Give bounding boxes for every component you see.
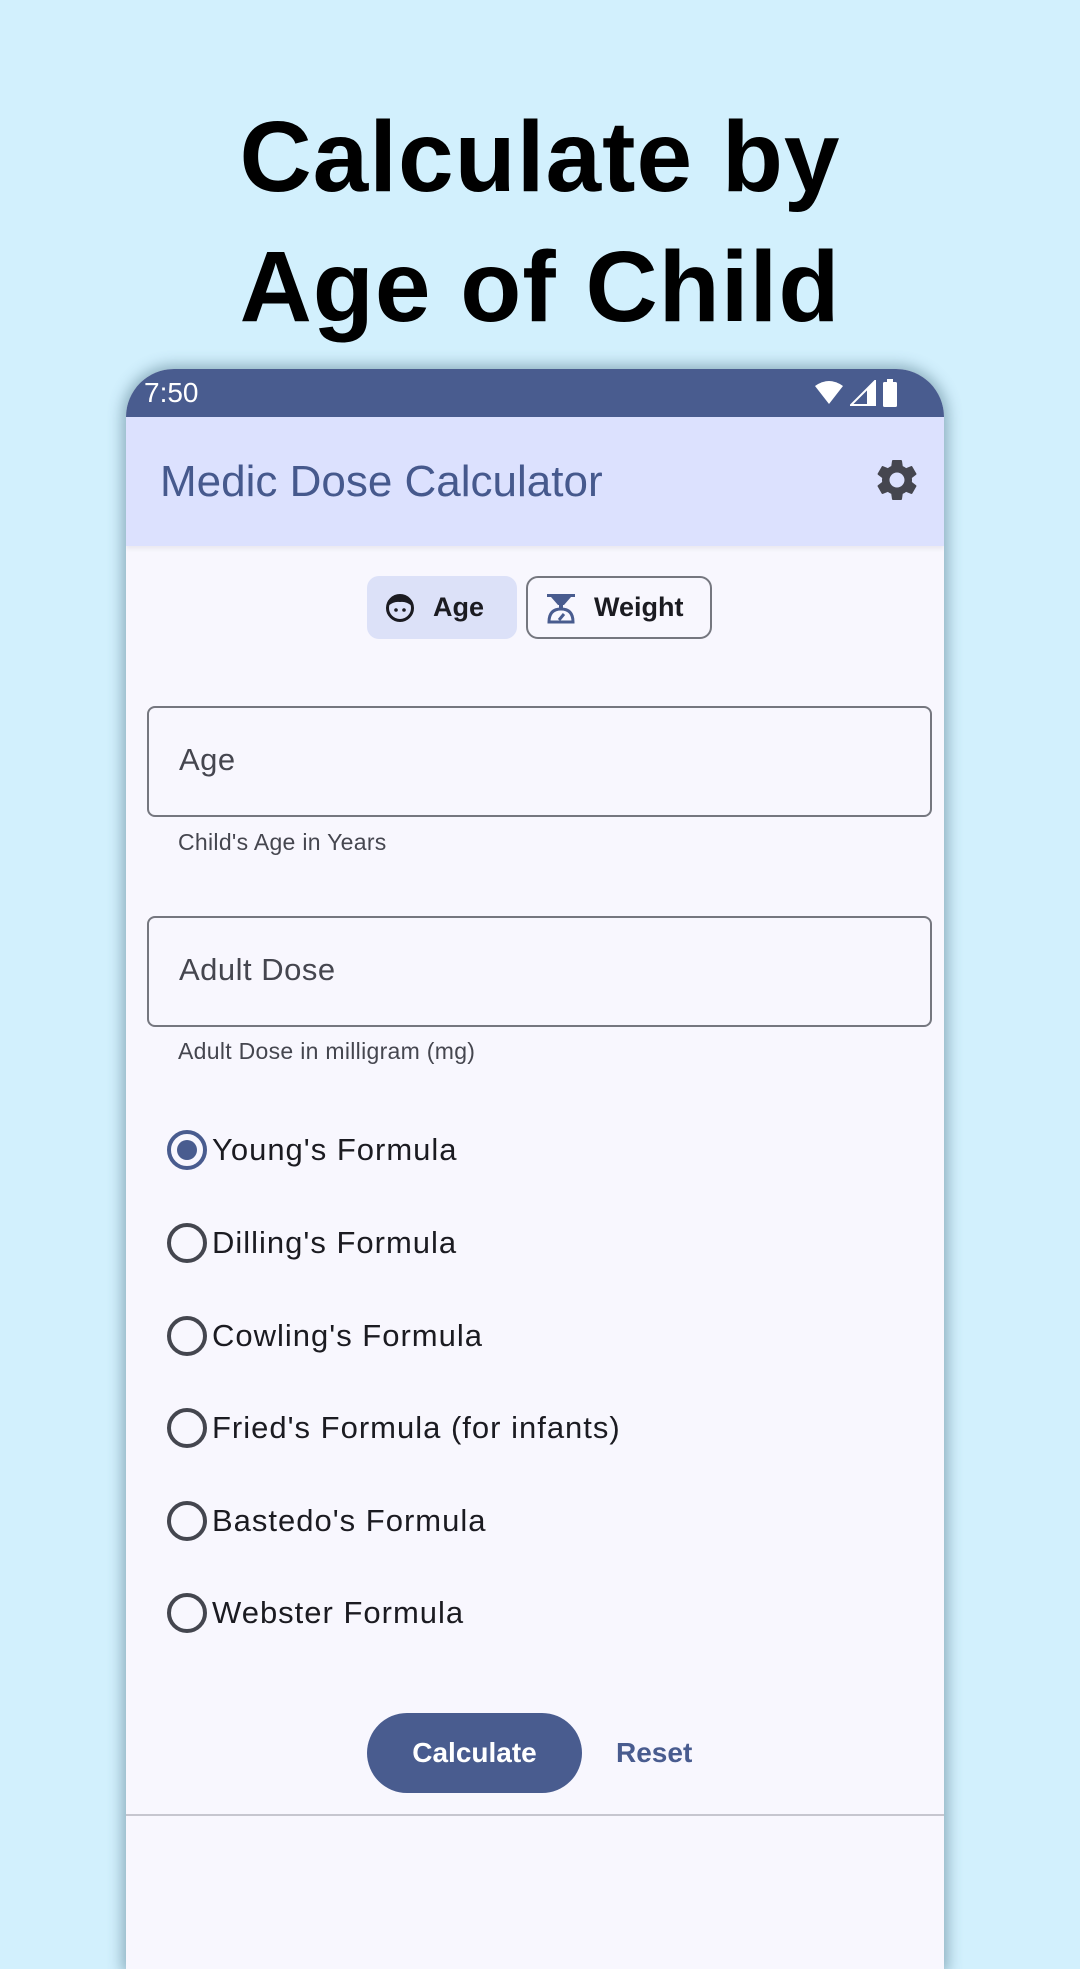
child-face-icon: [386, 593, 414, 622]
radio-button[interactable]: [167, 1501, 207, 1541]
mode-toggle-age-label: Age: [433, 592, 485, 622]
adult-dose-input[interactable]: Adult Dose: [147, 916, 932, 1027]
radio-button[interactable]: [167, 1408, 207, 1448]
scale-icon: [547, 593, 575, 623]
adult-dose-helper-text: Adult Dose in milligram (mg): [178, 1038, 476, 1064]
formula-label: Young's Formula: [212, 1132, 458, 1167]
formula-option-frieds[interactable]: Fried's Formula (for infants): [167, 1398, 621, 1458]
status-icons: [814, 379, 898, 407]
age-helper-text: Child's Age in Years: [178, 829, 387, 855]
formula-label: Webster Formula: [212, 1595, 465, 1630]
formula-label: Fried's Formula (for infants): [212, 1410, 621, 1445]
battery-icon: [883, 379, 897, 407]
formula-option-youngs[interactable]: Young's Formula: [167, 1120, 458, 1180]
age-input[interactable]: Age: [147, 706, 932, 817]
status-time: 7:50: [144, 377, 199, 408]
mode-toggle-age[interactable]: Age: [367, 576, 517, 639]
adult-dose-input-label: Adult Dose: [179, 952, 336, 987]
settings-button[interactable]: [872, 455, 922, 505]
formula-option-bastedos[interactable]: Bastedo's Formula: [167, 1491, 486, 1551]
radio-button[interactable]: [167, 1316, 207, 1356]
radio-button[interactable]: [167, 1223, 207, 1263]
formula-option-dillings[interactable]: Dilling's Formula: [167, 1213, 457, 1273]
formula-label: Cowling's Formula: [212, 1318, 483, 1353]
formula-option-cowlings[interactable]: Cowling's Formula: [167, 1306, 483, 1366]
phone-screen: 7:50 Medic Dose Calculator Age Weight Ag…: [126, 369, 944, 1969]
calculate-button[interactable]: Calculate: [367, 1713, 582, 1793]
formula-label: Bastedo's Formula: [212, 1503, 487, 1538]
status-bar: 7:50: [126, 369, 944, 417]
radio-button-selected[interactable]: [167, 1130, 207, 1170]
formula-option-webster[interactable]: Webster Formula: [167, 1583, 464, 1643]
gear-icon: [877, 460, 917, 500]
app-bar: Medic Dose Calculator: [126, 417, 944, 546]
mode-toggle-weight[interactable]: Weight: [526, 576, 712, 639]
reset-button[interactable]: Reset: [596, 1713, 712, 1793]
formula-label: Dilling's Formula: [212, 1225, 458, 1260]
promo-headline: Calculate by Age of Child: [0, 92, 1080, 352]
divider: [126, 1814, 944, 1816]
app-title: Medic Dose Calculator: [160, 457, 603, 506]
mode-toggle-weight-label: Weight: [594, 592, 684, 622]
promo-line-2: Age of Child: [239, 231, 841, 343]
promo-line-1: Calculate by: [239, 101, 841, 213]
cellular-signal-icon: [850, 380, 876, 406]
wifi-icon: [815, 381, 843, 404]
radio-button[interactable]: [167, 1593, 207, 1633]
age-input-label: Age: [179, 742, 236, 777]
